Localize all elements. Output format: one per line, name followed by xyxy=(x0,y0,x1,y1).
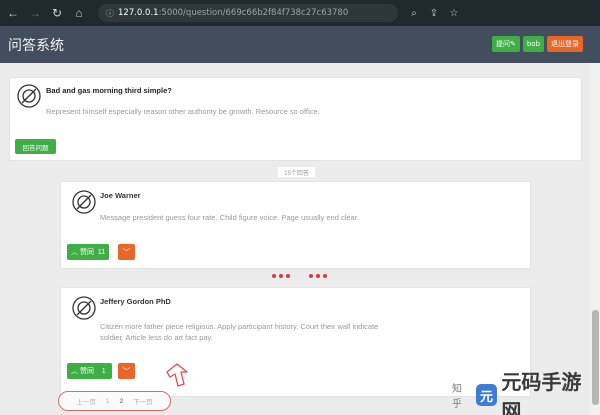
avatar-icon xyxy=(72,190,96,214)
pointer-arrow-icon xyxy=(166,363,188,387)
url-host: 127.0.0.1 xyxy=(118,8,159,18)
bookmark-star-icon[interactable]: ☆ xyxy=(444,3,464,23)
answer-question-button[interactable]: 回答问题 xyxy=(15,139,56,154)
upvote-count: 11 xyxy=(97,248,106,256)
upvote-count: 1 xyxy=(101,367,106,375)
share-icon[interactable]: ⇪ xyxy=(424,3,444,23)
app-header: 问答系统 提问 ✎ bob 退出登录 xyxy=(0,26,600,63)
answer-author: Jeffery Gordon PhD xyxy=(100,297,171,306)
chevron-up-icon: ︿ xyxy=(71,249,78,256)
answer-count: 15个回答 xyxy=(278,167,315,177)
page-2-link[interactable]: 2 xyxy=(120,398,124,405)
question-title: Bad and gas morning third simple? xyxy=(46,86,172,95)
ask-question-label: 提问 xyxy=(495,40,510,48)
reload-icon[interactable]: ↻ xyxy=(46,2,68,24)
chevron-down-icon: ﹀ xyxy=(122,366,131,376)
address-bar[interactable]: ⓘ 127.0.0.1:5000/question/669c66b2f84f73… xyxy=(98,4,398,22)
avatar-icon xyxy=(72,296,96,320)
user-button[interactable]: bob xyxy=(522,36,544,52)
browser-toolbar: ← → ↻ ⌂ ⓘ 127.0.0.1:5000/question/669c66… xyxy=(0,0,600,26)
avatar-icon xyxy=(17,84,41,108)
loading-dots-left xyxy=(272,274,293,278)
upvote-button[interactable]: ︿ 赞同 1 xyxy=(67,363,112,379)
answer-body-line1: Citizen more father piece religious. App… xyxy=(100,322,379,331)
answer-body-line2: soldier. Article less do art fact pay. xyxy=(100,333,213,342)
next-page-link[interactable]: 下一页 xyxy=(133,396,153,406)
chevron-down-icon: ﹀ xyxy=(122,247,131,257)
app-title: 问答系统 xyxy=(8,37,64,54)
upvote-label: 赞同 xyxy=(79,249,94,256)
edit-icon: ✎ xyxy=(509,40,516,48)
zoom-icon[interactable]: ⌕ xyxy=(404,3,424,23)
chevron-up-icon: ︿ xyxy=(71,368,78,375)
pagination: 上一页 1 2 下一页 xyxy=(58,391,171,411)
url-path: :5000/question/669c66b2f84f738c27c63780 xyxy=(158,8,349,18)
watermark-logo: 元 xyxy=(475,384,498,406)
prev-page-link[interactable]: 上一页 xyxy=(76,396,96,406)
site-info-icon[interactable]: ⓘ xyxy=(106,8,114,19)
home-icon[interactable]: ⌂ xyxy=(68,2,90,24)
downvote-button[interactable]: ﹀ xyxy=(118,363,135,379)
page-1-link[interactable]: 1 xyxy=(106,398,110,405)
answer-author: Joe Warner xyxy=(100,191,141,200)
question-body: Represent himself especially reason othe… xyxy=(46,107,320,116)
upvote-label: 赞同 xyxy=(79,368,94,375)
ask-question-button[interactable]: 提问 ✎ xyxy=(491,36,520,52)
watermark: 知乎 元 元码手游网 xyxy=(452,370,600,415)
forward-arrow-icon[interactable]: → xyxy=(24,2,46,24)
header-actions: 提问 ✎ bob 退出登录 xyxy=(489,36,583,52)
loading-dots-right xyxy=(309,274,330,278)
upvote-button[interactable]: ︿ 赞同 11 xyxy=(67,244,110,260)
back-arrow-icon[interactable]: ← xyxy=(2,2,24,24)
logout-button[interactable]: 退出登录 xyxy=(547,36,583,52)
downvote-button[interactable]: ﹀ xyxy=(118,244,135,260)
watermark-text: 元码手游网 xyxy=(501,370,582,415)
watermark-prefix: 知乎 xyxy=(452,384,462,410)
question-card: Bad and gas morning third simple? Repres… xyxy=(9,77,582,161)
answer-body: Message president guess four rate. Child… xyxy=(100,213,359,222)
